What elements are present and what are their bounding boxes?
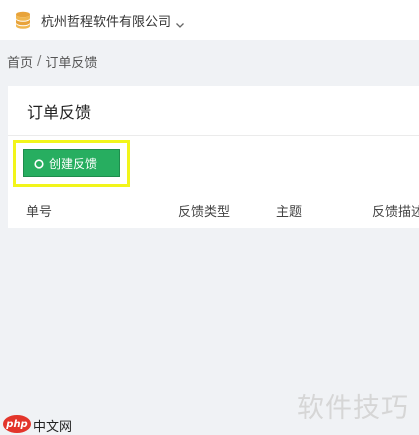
- highlight-annotation: 创建反馈: [13, 140, 130, 187]
- php-logo-badge: php: [3, 415, 31, 433]
- column-header-order-no[interactable]: 单号: [26, 201, 52, 220]
- chevron-down-icon[interactable]: [175, 15, 185, 28]
- watermark-text: 软件技巧: [297, 393, 409, 424]
- site-logo-text: 中文网: [33, 420, 73, 435]
- breadcrumb: 首页 / 订单反馈: [0, 48, 419, 74]
- breadcrumb-home-link[interactable]: 首页: [7, 52, 33, 71]
- breadcrumb-separator: /: [37, 53, 42, 69]
- order-feedback-panel: 订单反馈 创建反馈 单号 反馈类型 主题 反馈描述: [8, 86, 419, 228]
- circle-icon: [34, 158, 44, 169]
- title-divider: [8, 135, 419, 136]
- company-switcher[interactable]: 杭州哲程软件有限公司: [41, 11, 171, 30]
- create-feedback-label: 创建反馈: [49, 156, 98, 171]
- column-header-feedback-description[interactable]: 反馈描述: [372, 201, 419, 220]
- top-bar: 杭州哲程软件有限公司: [0, 0, 419, 40]
- create-feedback-button[interactable]: 创建反馈: [23, 149, 120, 177]
- column-header-subject[interactable]: 主题: [276, 201, 302, 220]
- column-header-feedback-type[interactable]: 反馈类型: [178, 201, 230, 220]
- database-stack-icon: [15, 11, 31, 29]
- page-title: 订单反馈: [27, 103, 92, 122]
- breadcrumb-current: 订单反馈: [45, 55, 98, 71]
